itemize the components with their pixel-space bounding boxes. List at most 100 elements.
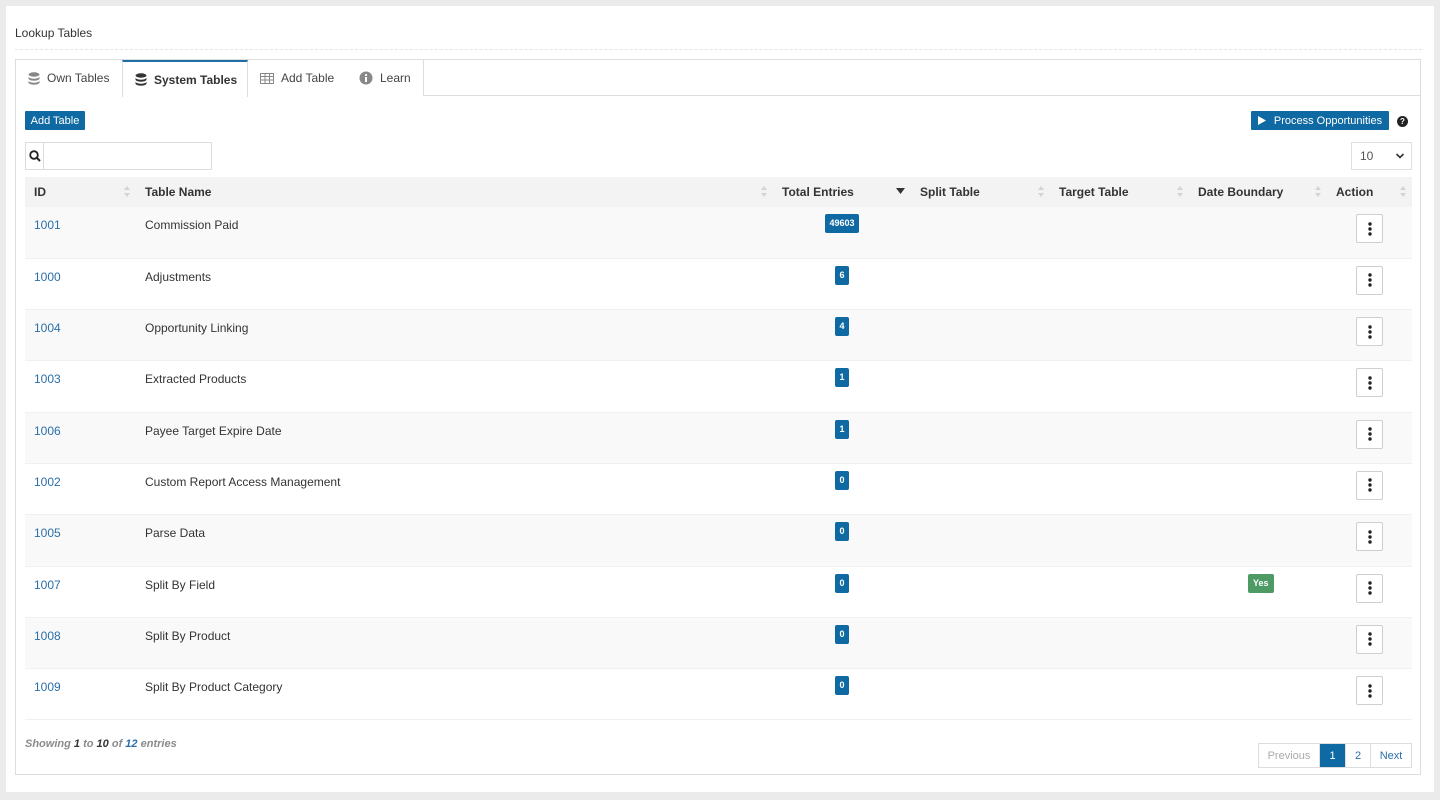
row-date-boundary [1189,514,1327,567]
row-actions-button[interactable] [1356,522,1383,552]
row-id-link[interactable]: 1001 [25,207,136,259]
tab-system-tables[interactable]: System Tables [122,60,248,97]
row-date-boundary [1189,668,1327,721]
table-row: 1003 Extracted Products 1 [25,360,1412,413]
row-id-link[interactable]: 1005 [25,514,136,567]
row-split-table [911,207,1050,259]
row-target-table [1050,514,1189,567]
total-entries-badge: 0 [835,470,849,490]
row-id-link[interactable]: 1003 [25,360,136,413]
table-icon [260,72,274,84]
table-body: 1001 Commission Paid 49603 1000 Adjustments 6… [25,207,1412,721]
table-row: 1004 Opportunity Linking 4 [25,309,1412,362]
column-header-target-table[interactable]: Target Table [1050,177,1189,207]
row-table-name: Opportunity Linking [136,309,773,362]
row-table-name: Custom Report Access Management [136,463,773,516]
table-info: Showing 1 to 10 of 12 entries [25,738,177,750]
row-id-link[interactable]: 1007 [25,566,136,618]
row-total-entries: 0 [773,514,911,567]
next-page-button[interactable]: Next [1371,744,1411,767]
row-table-name: Payee Target Expire Date [136,412,773,464]
title-divider [15,49,1422,50]
total-entries-badge: 6 [835,265,849,285]
row-actions-button[interactable] [1356,624,1383,654]
column-header-action[interactable]: Action [1327,177,1412,207]
row-target-table [1050,668,1189,721]
row-actions-button[interactable] [1356,265,1383,295]
row-target-table [1050,463,1189,516]
row-split-table [911,412,1050,464]
page-length-value: 10 [1360,149,1374,163]
tab-label: System Tables [154,72,238,87]
page-button-1[interactable]: 1 [1320,744,1346,767]
page-length-select[interactable]: 10 [1351,142,1412,170]
row-id-link[interactable]: 1000 [25,258,136,311]
row-actions-button[interactable] [1356,419,1383,449]
tab-bar: Own Tables System Tables Add Table Learn [16,60,1420,97]
previous-page-button[interactable]: Previous [1259,744,1320,767]
page-button-2[interactable]: 2 [1346,744,1371,767]
row-action [1327,360,1412,413]
row-id-link[interactable]: 1002 [25,463,136,516]
column-header-split-table[interactable]: Split Table [911,177,1050,207]
chevron-down-icon [1395,150,1405,164]
row-split-table [911,668,1050,721]
lookup-panel: Own Tables System Tables Add Table Learn [15,59,1421,775]
sort-icon [1177,186,1183,197]
row-table-name: Split By Product Category [136,668,773,721]
page-title: Lookup Tables [15,26,93,40]
row-actions-button[interactable] [1356,470,1383,500]
row-target-table [1050,258,1189,311]
row-total-entries: 0 [773,617,911,670]
row-id-link[interactable]: 1008 [25,617,136,670]
database-icon [28,71,40,85]
more-vertical-icon [1367,581,1372,595]
row-date-boundary [1189,617,1327,670]
row-id-link[interactable]: 1004 [25,309,136,362]
info-icon [359,71,373,85]
table-row: 1002 Custom Report Access Management 0 [25,463,1412,516]
row-total-entries: 0 [773,463,911,516]
add-table-button[interactable]: Add Table [25,111,85,130]
column-header-total-entries[interactable]: Total Entries [773,177,911,207]
column-header-id[interactable]: ID [25,177,136,207]
pagination: Previous 1 2 Next [1258,743,1412,768]
row-actions-button[interactable] [1356,573,1383,603]
row-date-boundary [1189,463,1327,516]
more-vertical-icon [1367,683,1372,698]
row-id-link[interactable]: 1009 [25,668,136,721]
column-header-date-boundary[interactable]: Date Boundary [1189,177,1327,207]
tab-label: Learn [380,71,411,85]
total-entries-badge: 0 [835,573,849,593]
sort-icon [761,186,767,197]
row-table-name: Commission Paid [136,207,773,259]
row-target-table [1050,309,1189,362]
tab-add-table[interactable]: Add Table [248,60,348,96]
row-actions-button[interactable] [1356,676,1383,706]
row-total-entries: 1 [773,360,911,413]
search-input[interactable] [44,143,211,169]
row-target-table [1050,207,1189,259]
row-date-boundary [1189,360,1327,413]
date-boundary-badge: Yes [1248,573,1274,593]
row-actions-button[interactable] [1356,214,1383,243]
row-actions-button[interactable] [1356,368,1383,398]
total-entries-badge: 0 [835,624,849,644]
total-entries-badge: 1 [835,368,849,388]
sort-desc-icon [896,188,905,194]
row-split-table [911,514,1050,567]
row-id-link[interactable]: 1006 [25,412,136,464]
table-row: 1007 Split By Field 0 Yes [25,566,1412,618]
tab-learn[interactable]: Learn [347,60,424,96]
column-header-name[interactable]: Table Name [136,177,773,207]
table-row: 1001 Commission Paid 49603 [25,207,1412,259]
row-split-table [911,360,1050,413]
row-table-name: Split By Field [136,566,773,618]
tab-own-tables[interactable]: Own Tables [16,60,123,96]
process-opportunities-button[interactable]: Process Opportunities [1251,111,1389,130]
help-icon[interactable]: ? [1397,116,1408,127]
row-actions-button[interactable] [1356,317,1383,347]
row-target-table [1050,360,1189,413]
total-entries-badge: 1 [835,419,849,439]
row-total-entries: 1 [773,412,911,464]
